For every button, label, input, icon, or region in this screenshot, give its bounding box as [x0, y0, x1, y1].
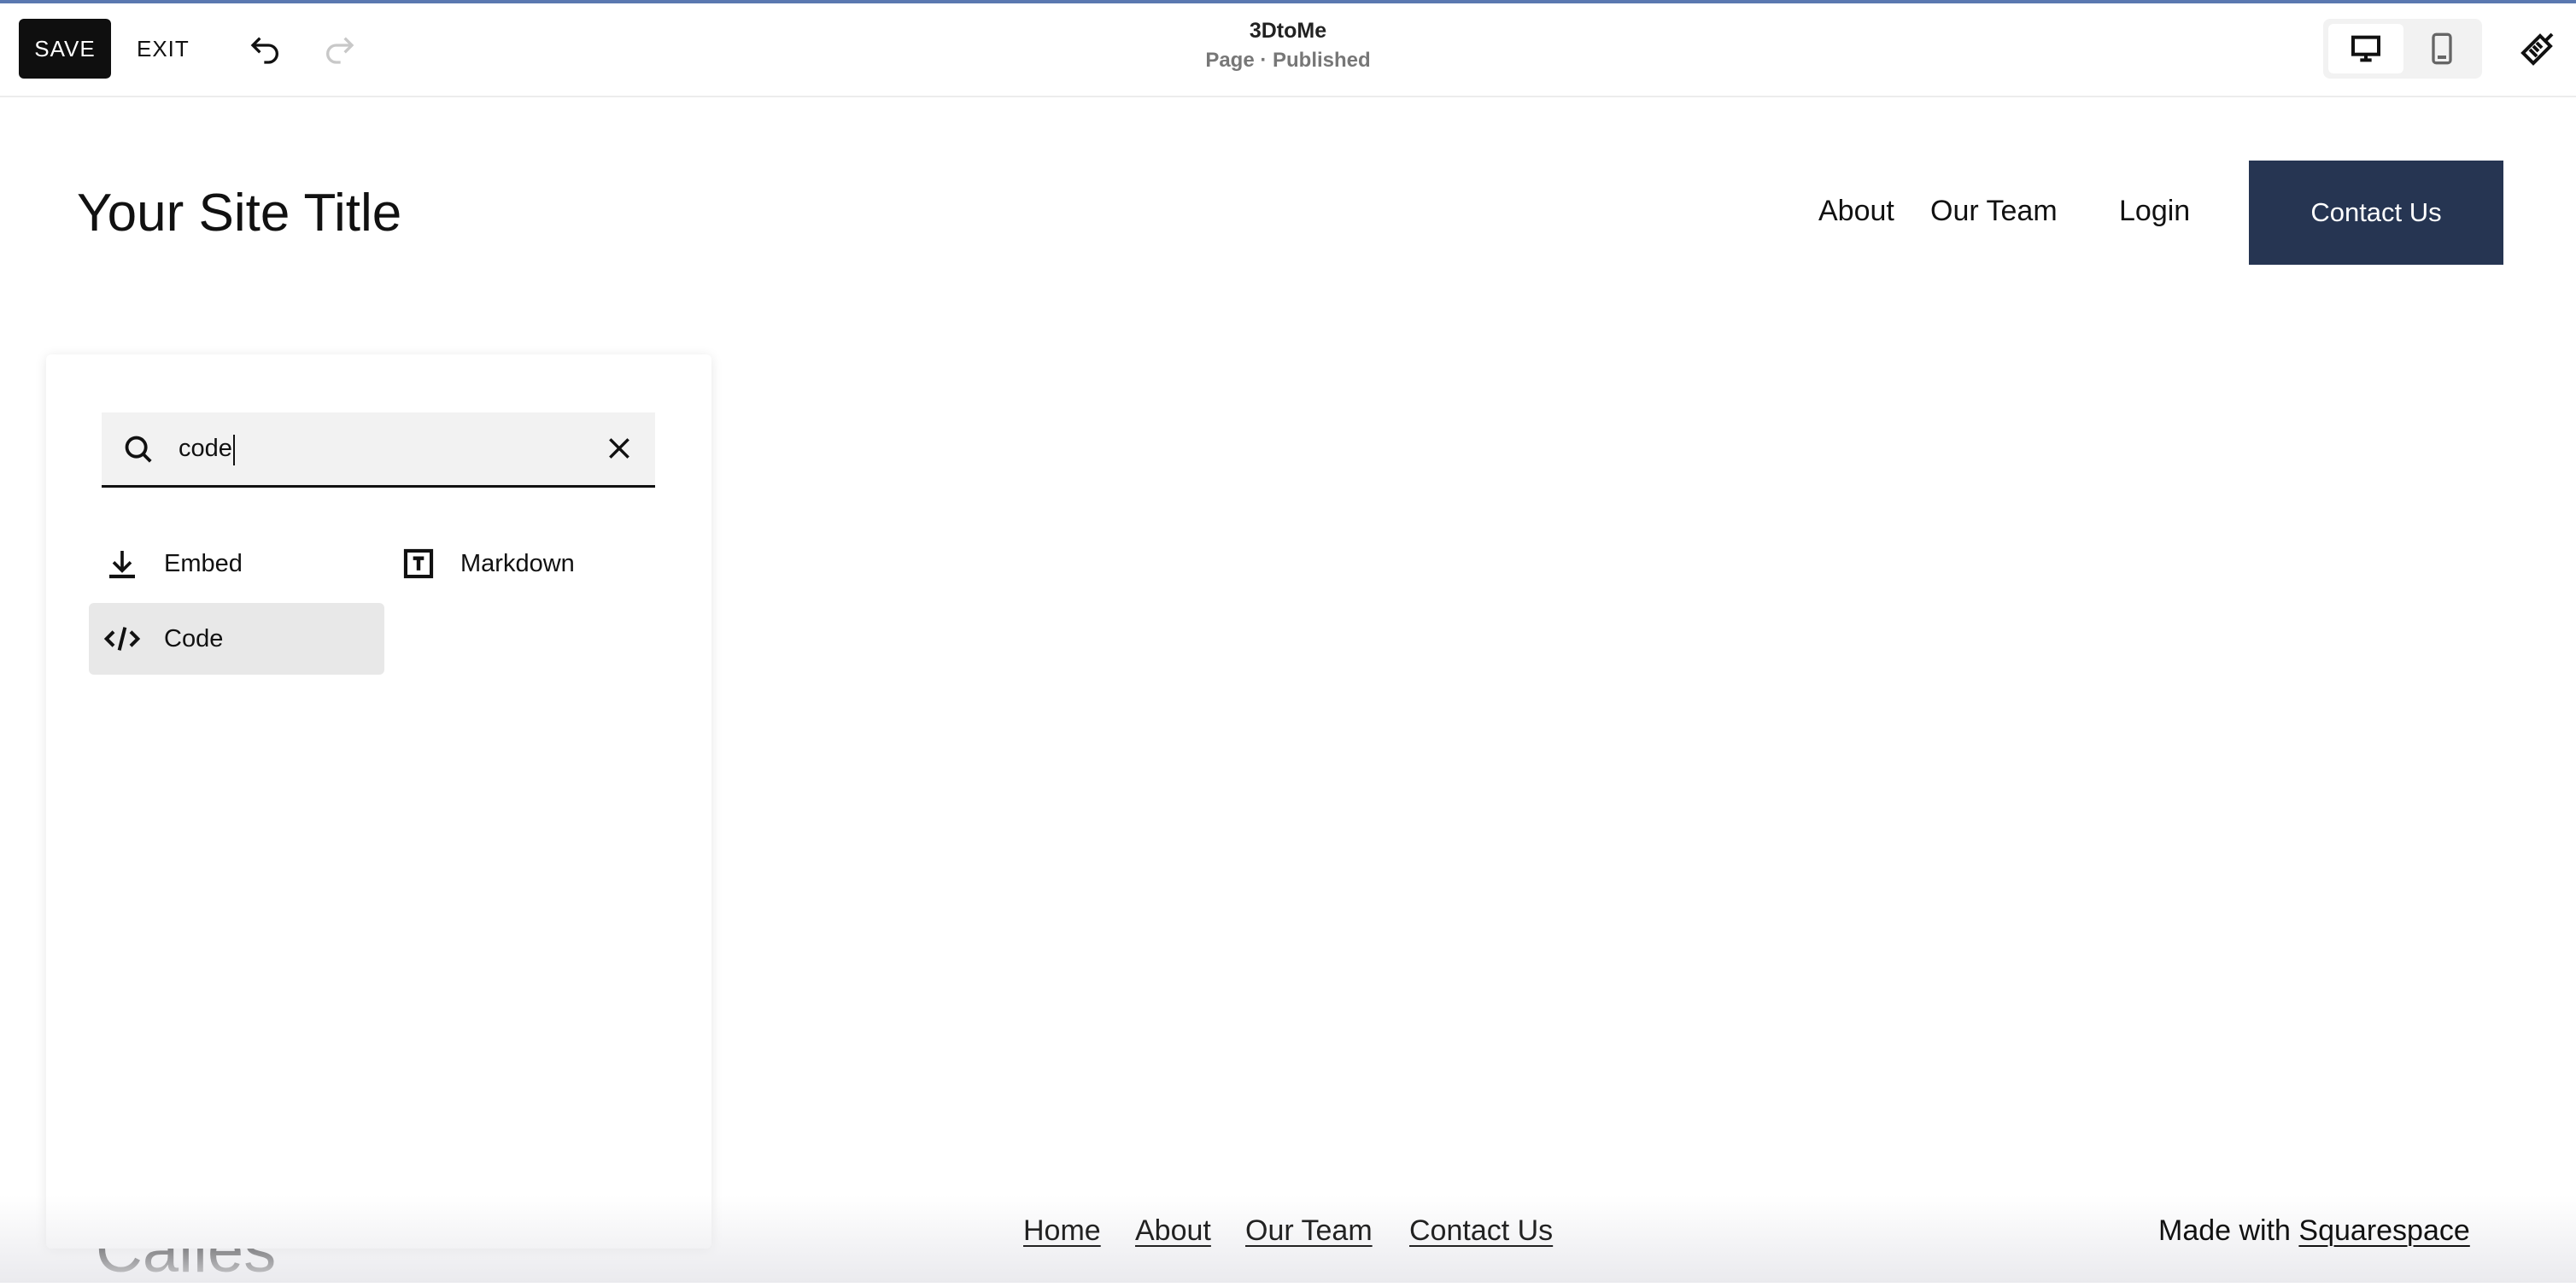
block-option-embed[interactable]: Embed — [89, 528, 384, 600]
site-name: 3DtoMe — [1249, 19, 1327, 43]
add-block-panel: Embed Markdown Code — [46, 354, 711, 1249]
exit-button[interactable]: EXIT — [137, 19, 190, 79]
save-button[interactable]: SAVE — [19, 19, 111, 79]
text-caret — [233, 435, 235, 465]
block-option-label: Code — [164, 624, 224, 652]
page-info: 3DtoMe Page · Published — [1117, 19, 1459, 73]
paintbrush-icon — [2520, 32, 2554, 66]
block-search — [102, 412, 655, 488]
site-title[interactable]: Your Site Title — [77, 183, 401, 243]
text-box-icon — [399, 544, 438, 583]
clear-search-button[interactable] — [600, 430, 638, 467]
search-icon — [125, 436, 152, 463]
block-option-markdown[interactable]: Markdown — [385, 528, 681, 600]
redo-icon — [326, 37, 354, 64]
footer-link-about[interactable]: About — [1135, 1214, 1211, 1248]
device-toggle — [2323, 19, 2482, 79]
nav-link-login[interactable]: Login — [2119, 195, 2190, 228]
close-icon — [609, 438, 629, 459]
code-icon — [102, 619, 142, 658]
block-option-label: Embed — [164, 549, 243, 577]
nav-link-our-team[interactable]: Our Team — [1930, 195, 2058, 228]
undo-icon — [250, 37, 278, 64]
squarespace-link[interactable]: Squarespace — [2298, 1214, 2469, 1247]
block-search-input[interactable] — [179, 412, 563, 485]
footer-link-home[interactable]: Home — [1023, 1214, 1101, 1248]
made-with-text: Made with — [2158, 1214, 2291, 1247]
page-status: Page · Published — [1205, 49, 1371, 72]
redo-button[interactable] — [318, 26, 360, 73]
undo-button[interactable] — [244, 26, 287, 73]
mobile-icon — [2432, 32, 2452, 65]
mobile-view-button[interactable] — [2405, 24, 2479, 73]
desktop-icon — [2351, 35, 2380, 62]
block-option-label: Markdown — [460, 549, 575, 577]
site-styles-button[interactable] — [2511, 24, 2562, 75]
download-icon — [102, 544, 142, 583]
footer-link-our-team[interactable]: Our Team — [1245, 1214, 1373, 1248]
nav-link-about[interactable]: About — [1818, 195, 1894, 228]
desktop-view-button[interactable] — [2328, 24, 2403, 73]
block-option-code[interactable]: Code — [89, 603, 384, 675]
contact-us-button[interactable]: Contact Us — [2249, 161, 2503, 265]
footer-link-contact-us[interactable]: Contact Us — [1409, 1214, 1553, 1248]
made-with-credit: Made with Squarespace — [2158, 1214, 2470, 1248]
